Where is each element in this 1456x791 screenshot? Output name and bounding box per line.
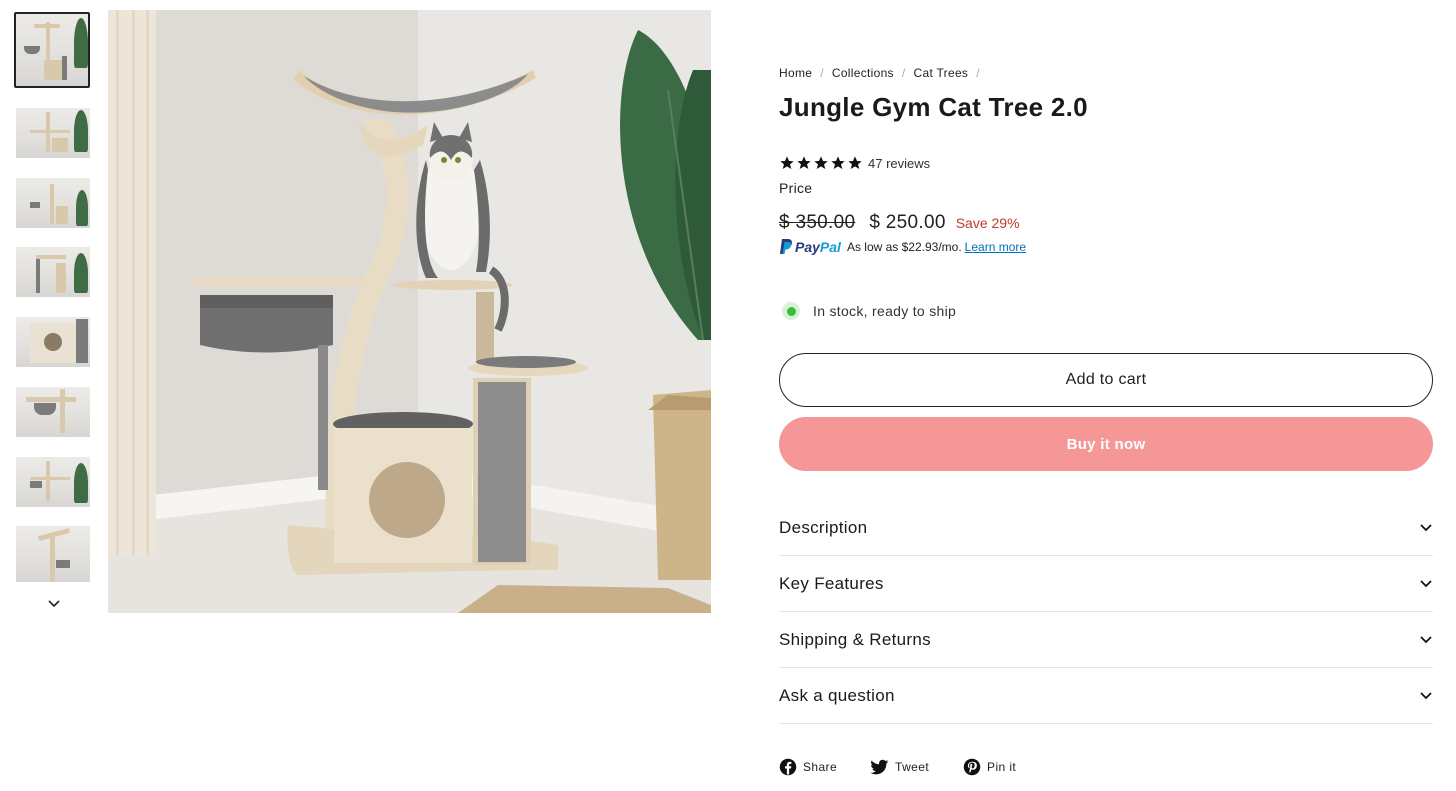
accordion-label: Key Features [779, 573, 884, 593]
star-icon [797, 156, 811, 169]
breadcrumb: Home / Collections / Cat Trees / [779, 66, 988, 80]
star-icon [814, 156, 828, 169]
stock-status: In stock, ready to ship [782, 302, 956, 320]
star-icon [848, 156, 862, 169]
compare-price: $ 350.00 [779, 212, 856, 233]
paypal-message: PayPal As low as $22.93/mo. Learn more [779, 238, 1026, 255]
price-label: Price [779, 180, 813, 196]
chevron-down-icon [1420, 691, 1432, 699]
star-icon [780, 156, 794, 169]
thumbnail-1[interactable] [14, 12, 90, 88]
breadcrumb-separator: / [976, 66, 980, 80]
thumbnail-5[interactable] [16, 317, 90, 367]
paypal-text-pay: Pay [795, 238, 820, 255]
buy-it-now-button[interactable]: Buy it now [779, 417, 1433, 471]
accordion-label: Ask a question [779, 685, 895, 705]
chevron-down-icon [1420, 579, 1432, 587]
product-rating[interactable]: 47 reviews [779, 155, 930, 171]
thumbnail-3[interactable] [16, 178, 90, 228]
pinterest-icon [963, 758, 981, 776]
cat-tree-photo [108, 10, 711, 613]
breadcrumb-cat-trees[interactable]: Cat Trees [914, 66, 969, 80]
thumbnail-2[interactable] [16, 108, 90, 158]
share-label: Share [803, 760, 838, 774]
stock-text: In stock, ready to ship [813, 303, 957, 319]
accordion-shipping-returns[interactable]: Shipping & Returns [779, 612, 1433, 668]
thumbnail-4[interactable] [16, 247, 90, 297]
tweet-label: Tweet [895, 760, 930, 774]
star-icon [831, 156, 845, 169]
stock-indicator-icon [782, 302, 800, 320]
review-count[interactable]: 47 reviews [868, 156, 930, 171]
add-to-cart-button[interactable]: Add to cart [779, 353, 1433, 407]
share-pinterest-button[interactable]: Pin it [963, 758, 1016, 776]
paypal-icon [780, 239, 792, 254]
paypal-learn-more-link[interactable]: Learn more [965, 240, 1026, 254]
accordion-description[interactable]: Description [779, 500, 1433, 556]
product-main-image[interactable] [108, 10, 711, 613]
twitter-icon [871, 759, 889, 775]
paypal-installment-text: As low as $22.93/mo. [846, 239, 962, 254]
accordion-ask-question[interactable]: Ask a question [779, 668, 1433, 724]
breadcrumb-separator: / [820, 66, 824, 80]
social-share: Share Tweet Pin it [779, 758, 1050, 776]
thumbnail-8[interactable] [16, 526, 90, 582]
sale-price: $ 250.00 [869, 212, 946, 233]
thumbnail-6[interactable] [16, 387, 90, 437]
accordion-label: Description [779, 517, 868, 537]
share-facebook-button[interactable]: Share [779, 758, 837, 776]
price-row: $ 350.00 $ 250.00 Save 29% [779, 212, 1020, 234]
breadcrumb-separator: / [901, 66, 906, 80]
chevron-down-icon [1420, 635, 1432, 643]
accordion-key-features[interactable]: Key Features [779, 556, 1433, 612]
star-rating [779, 155, 864, 171]
share-twitter-button[interactable]: Tweet [871, 759, 929, 775]
facebook-icon [779, 758, 797, 776]
pin-label: Pin it [987, 760, 1017, 774]
paypal-logo: PayPal [779, 238, 841, 255]
accordion-label: Shipping & Returns [779, 629, 931, 649]
product-accordion: Description Key Features Shipping & Retu… [779, 500, 1433, 724]
breadcrumb-home[interactable]: Home [779, 66, 812, 80]
breadcrumb-collections[interactable]: Collections [832, 66, 894, 80]
chevron-down-icon [1420, 523, 1432, 531]
save-badge: Save 29% [955, 215, 1020, 231]
paypal-text-pal: Pal [819, 238, 841, 255]
product-title: Jungle Gym Cat Tree 2.0 [779, 92, 1088, 122]
thumbnail-7[interactable] [16, 457, 90, 507]
chevron-down-icon[interactable] [46, 597, 62, 611]
